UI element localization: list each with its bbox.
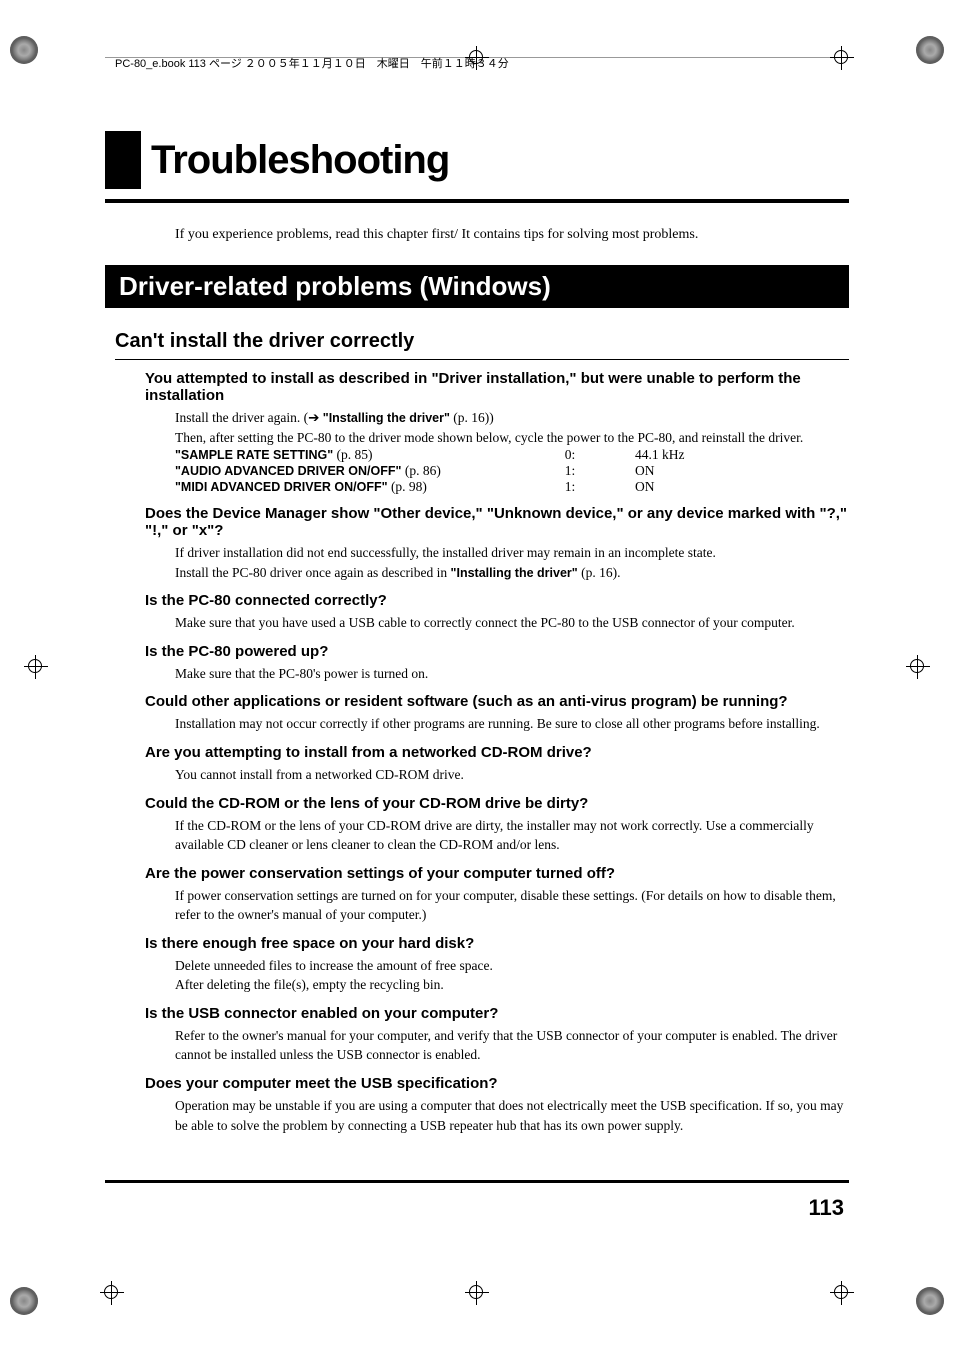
question-heading: Is the USB connector enabled on your com… xyxy=(145,1005,849,1022)
body-text: Operation may be unstable if you are usi… xyxy=(175,1096,849,1135)
setting-col2: 1: xyxy=(505,479,635,495)
setting-col2: 0: xyxy=(505,447,635,463)
body-text: Refer to the owner's manual for your com… xyxy=(175,1026,849,1065)
book-meta-line: PC-80_e.book 113 ページ ２００５年１１月１０日 木曜日 午前１… xyxy=(115,55,849,71)
body-text: Installation may not occur correctly if … xyxy=(175,714,849,734)
registration-mark-icon xyxy=(100,1281,124,1305)
setting-ref: (p. 85) xyxy=(333,447,372,462)
question-heading: Does the Device Manager show "Other devi… xyxy=(145,505,849,539)
question-heading: Is the PC-80 connected correctly? xyxy=(145,592,849,609)
body-text: If driver installation did not end succe… xyxy=(175,543,849,563)
title-black-box xyxy=(105,131,141,189)
setting-ref: (p. 98) xyxy=(388,479,427,494)
body-text: Delete unneeded files to increase the am… xyxy=(175,956,849,976)
crop-ornament-icon xyxy=(916,36,944,64)
crop-ornament-icon xyxy=(10,36,38,64)
question-heading: Does your computer meet the USB specific… xyxy=(145,1075,849,1092)
bold-ref: "Installing the driver" xyxy=(451,566,578,580)
setting-label: "SAMPLE RATE SETTING" xyxy=(175,448,333,462)
question-heading: Is the PC-80 powered up? xyxy=(145,643,849,660)
question-heading: You attempted to install as described in… xyxy=(145,370,849,404)
chapter-title-block: Troubleshooting xyxy=(105,131,849,189)
setting-row: "SAMPLE RATE SETTING" (p. 85) 0: 44.1 kH… xyxy=(175,447,849,463)
body-pre: Install the PC-80 driver once again as d… xyxy=(175,565,451,580)
registration-mark-icon xyxy=(465,1281,489,1305)
subsection-rule xyxy=(115,359,849,360)
setting-ref: (p. 86) xyxy=(401,463,440,478)
body-text: After deleting the file(s), empty the re… xyxy=(175,975,849,995)
intro-text: If you experience problems, read this ch… xyxy=(175,227,849,243)
body-text: Install the driver again. (➔ "Installing… xyxy=(175,408,849,428)
question-heading: Are the power conservation settings of y… xyxy=(145,865,849,882)
body-post: (p. 16). xyxy=(578,565,621,580)
setting-col3: ON xyxy=(635,479,735,495)
page-content: PC-80_e.book 113 ページ ２００５年１１月１０日 木曜日 午前１… xyxy=(95,50,859,1271)
setting-row: "AUDIO ADVANCED DRIVER ON/OFF" (p. 86) 1… xyxy=(175,463,849,479)
question-heading: Is there enough free space on your hard … xyxy=(145,935,849,952)
subsection-heading: Can't install the driver correctly xyxy=(115,330,849,353)
question-heading: Could other applications or resident sof… xyxy=(145,693,849,710)
registration-mark-icon xyxy=(24,655,48,679)
crop-ornament-icon xyxy=(916,1287,944,1315)
setting-label: "AUDIO ADVANCED DRIVER ON/OFF" xyxy=(175,464,401,478)
page-number: 113 xyxy=(809,1195,845,1221)
question-heading: Are you attempting to install from a net… xyxy=(145,744,849,761)
section-banner: Driver-related problems (Windows) xyxy=(105,265,849,308)
chapter-rule xyxy=(105,199,849,203)
setting-label: "MIDI ADVANCED DRIVER ON/OFF" xyxy=(175,480,388,494)
body-pre: Install the driver again. (➔ xyxy=(175,410,323,425)
body-post: (p. 16)) xyxy=(450,410,494,425)
body-text: Install the PC-80 driver once again as d… xyxy=(175,563,849,583)
registration-mark-icon xyxy=(830,1281,854,1305)
registration-mark-icon xyxy=(906,655,930,679)
body-text: You cannot install from a networked CD-R… xyxy=(175,765,849,785)
body-text: If the CD-ROM or the lens of your CD-ROM… xyxy=(175,816,849,855)
chapter-title: Troubleshooting xyxy=(151,138,449,183)
body-text: Make sure that the PC-80's power is turn… xyxy=(175,664,849,684)
body-text: Then, after setting the PC-80 to the dri… xyxy=(175,428,849,448)
setting-col3: ON xyxy=(635,463,735,479)
setting-col3: 44.1 kHz xyxy=(635,447,735,463)
footer-rule xyxy=(105,1180,849,1183)
body-text: If power conservation settings are turne… xyxy=(175,886,849,925)
crop-ornament-icon xyxy=(10,1287,38,1315)
body-text: Make sure that you have used a USB cable… xyxy=(175,613,849,633)
setting-col2: 1: xyxy=(505,463,635,479)
setting-row: "MIDI ADVANCED DRIVER ON/OFF" (p. 98) 1:… xyxy=(175,479,849,495)
bold-ref: "Installing the driver" xyxy=(323,411,450,425)
question-heading: Could the CD-ROM or the lens of your CD-… xyxy=(145,795,849,812)
